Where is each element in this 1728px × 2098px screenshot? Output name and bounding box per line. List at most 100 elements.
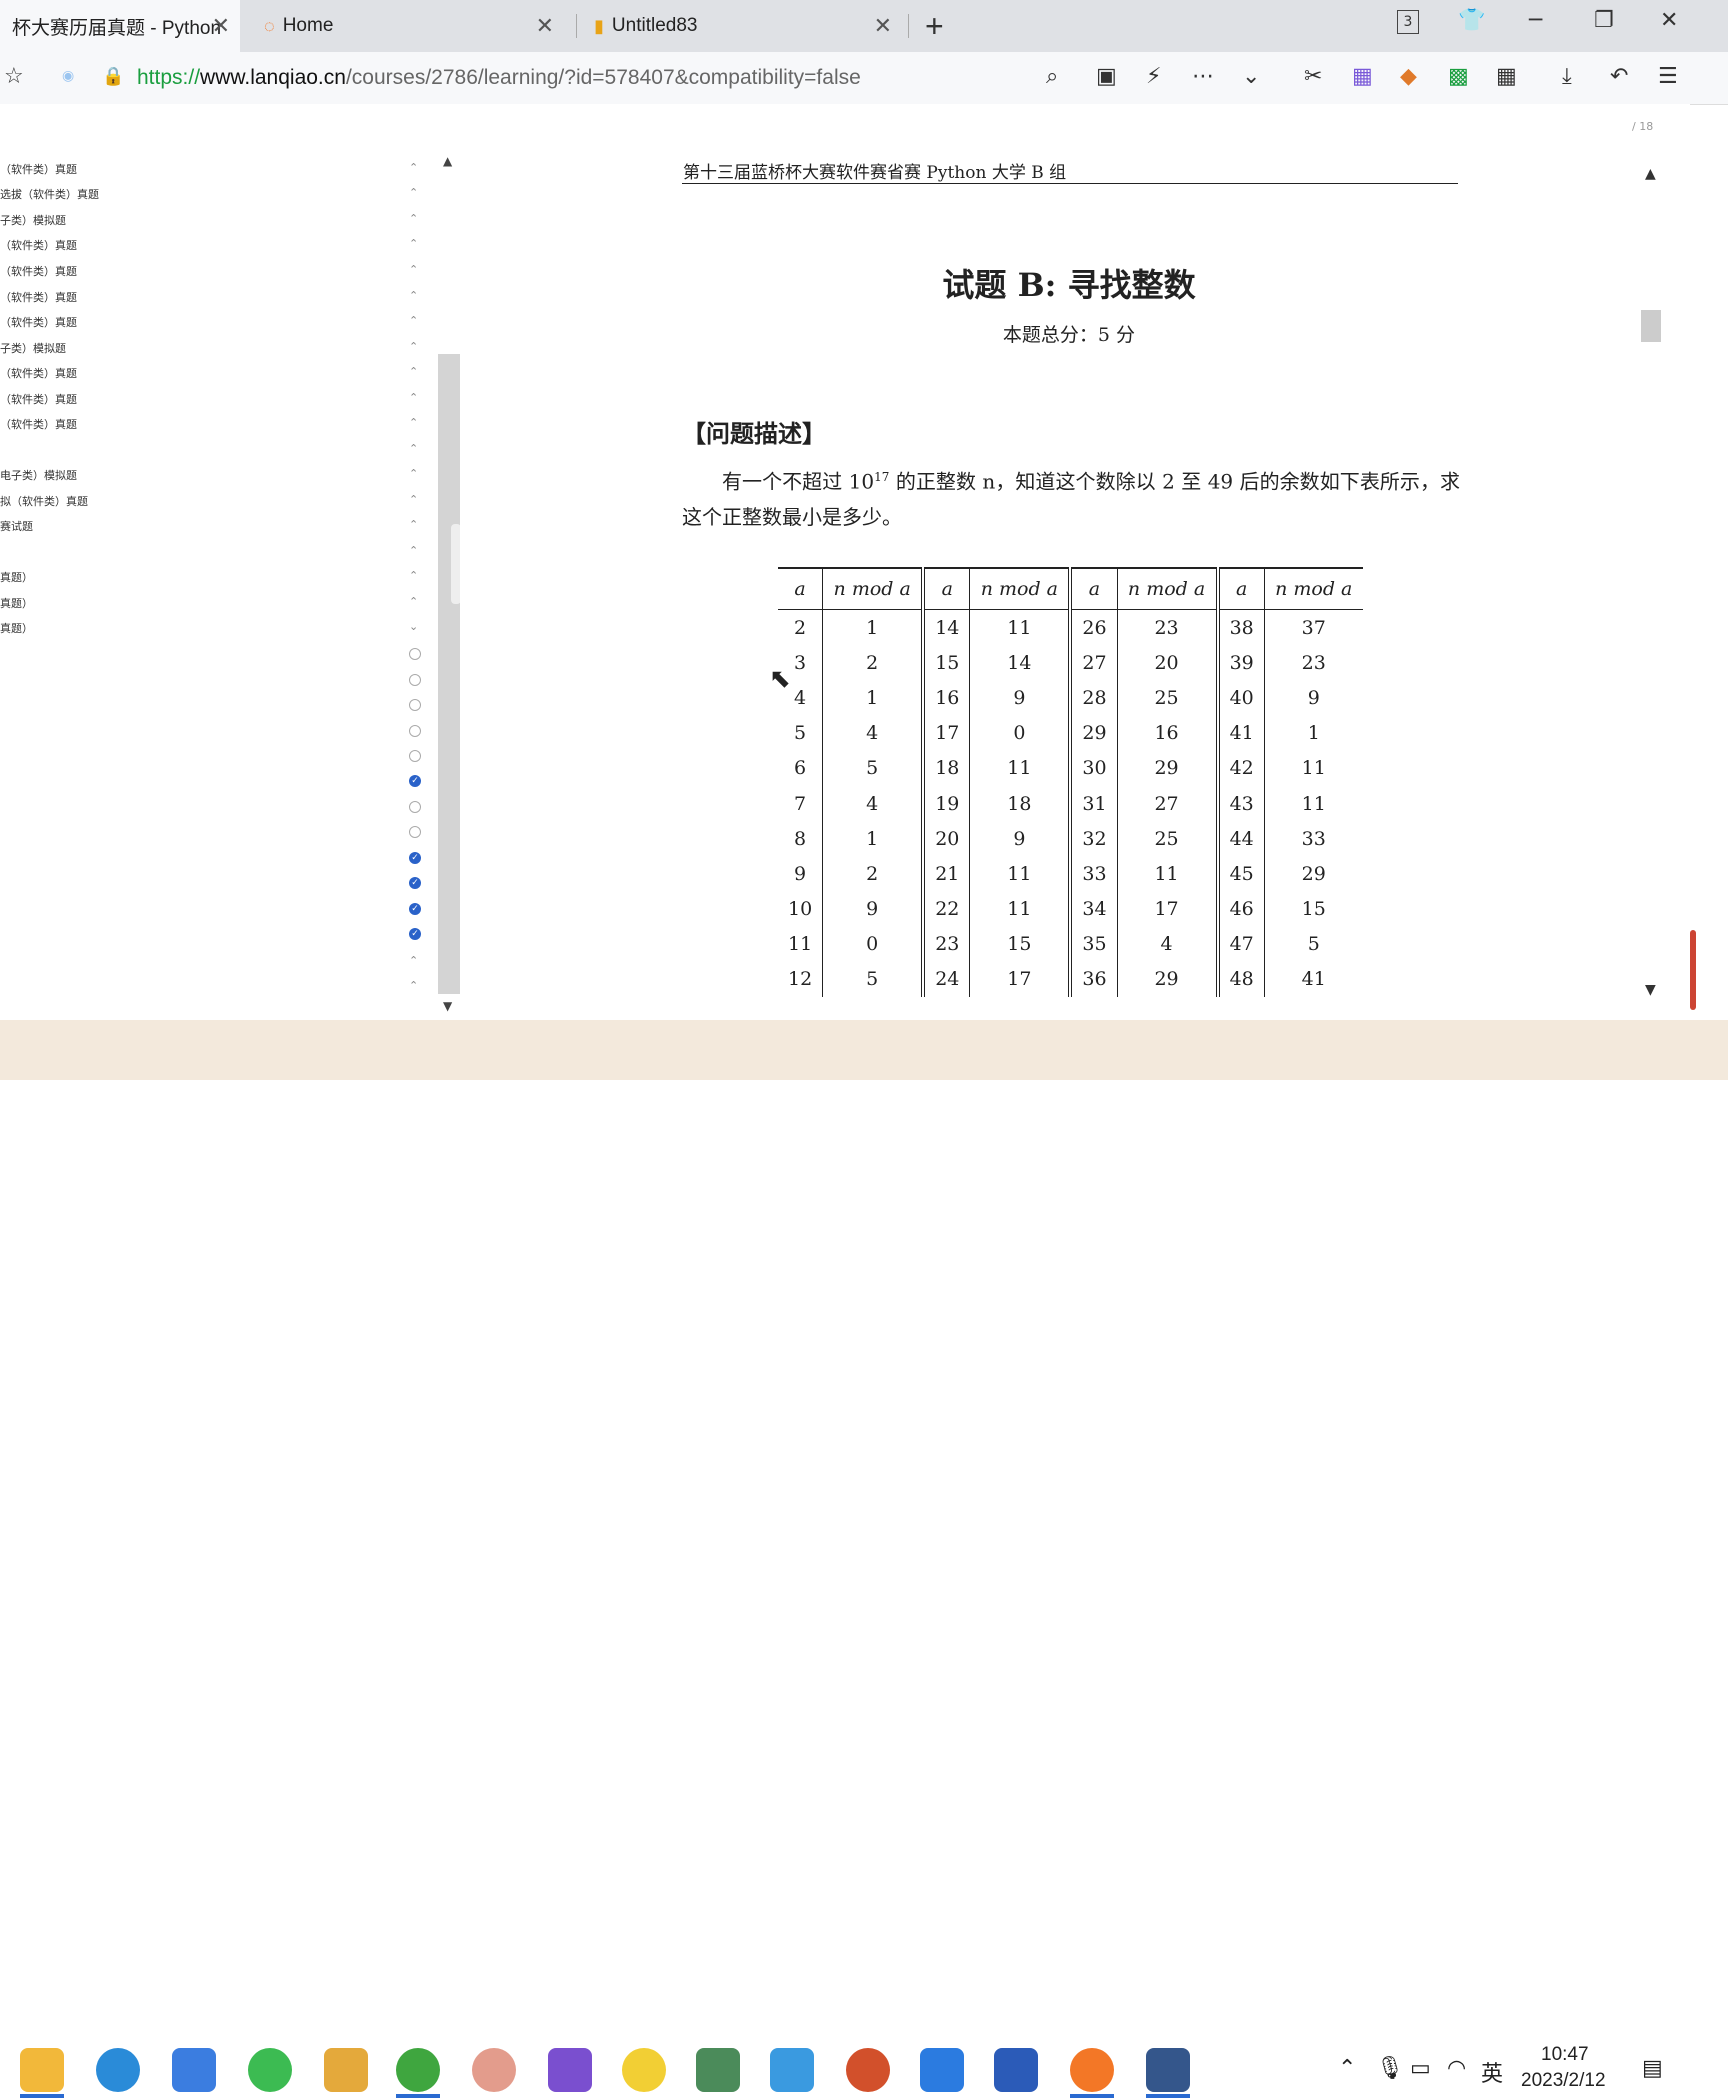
chevron-up-icon[interactable]: ⌃ xyxy=(409,544,418,557)
chevron-up-icon[interactable]: ⌃ xyxy=(1338,2056,1356,2081)
chevron-up-icon[interactable]: ⌃ xyxy=(409,365,418,378)
music-icon[interactable] xyxy=(622,2048,666,2092)
microphone-icon[interactable]: 🎙 xyxy=(1376,2056,1404,2081)
download-icon[interactable]: ⤓ xyxy=(1562,64,1572,89)
photos-icon[interactable] xyxy=(920,2048,964,2092)
chevron-down-icon[interactable]: ⌄ xyxy=(1242,64,1260,89)
close-icon[interactable]: ✕ xyxy=(212,13,230,39)
chevron-up-icon[interactable]: ⌃ xyxy=(409,161,418,174)
scroll-up-arrow[interactable]: ▲ xyxy=(1645,166,1656,182)
menu-icon[interactable]: ☰ xyxy=(1658,64,1678,89)
chevron-up-icon[interactable]: ⌃ xyxy=(409,391,418,404)
chevron-up-icon[interactable]: ⌃ xyxy=(409,263,418,276)
sidebar-item[interactable]: （软件类）真题 xyxy=(0,391,77,407)
scroll-up-arrow[interactable]: ▲ xyxy=(443,154,452,168)
url-field[interactable]: https://www.lanqiao.cn/courses/2786/lear… xyxy=(137,66,861,90)
scroll-down-arrow[interactable]: ▼ xyxy=(1645,982,1656,998)
image-icon[interactable]: ▣ xyxy=(1096,64,1117,89)
chevron-up-icon[interactable]: ⌃ xyxy=(409,518,418,531)
chevron-up-icon[interactable]: ⌃ xyxy=(409,289,418,302)
more-icon[interactable]: ⋯ xyxy=(1192,64,1214,89)
skin-icon[interactable]: 👕 xyxy=(1458,8,1485,33)
tab-home[interactable]: ◌ Home ✕ xyxy=(252,0,564,52)
translate-icon[interactable]: ▦ xyxy=(1352,64,1373,89)
sidebar-item[interactable]: 真题） xyxy=(0,595,33,611)
wechat-icon[interactable] xyxy=(248,2048,292,2092)
clock-date[interactable]: 2023/2/12 xyxy=(1521,2070,1606,2092)
minimize-icon[interactable]: ─ xyxy=(1529,8,1542,33)
python-icon[interactable] xyxy=(1146,2048,1190,2092)
battery-icon[interactable]: ▭ xyxy=(1410,2056,1431,2081)
chevron-up-icon[interactable]: ⌃ xyxy=(409,237,418,250)
new-tab-button[interactable]: + xyxy=(925,8,944,45)
restore-icon[interactable]: ❐ xyxy=(1594,8,1614,33)
media-app-icon[interactable] xyxy=(472,2048,516,2092)
sidebar-item[interactable]: （软件类）真题 xyxy=(0,314,77,330)
table-cell: 35 xyxy=(1068,926,1118,962)
doc-scrollbar-thumb[interactable] xyxy=(1641,310,1661,342)
window-close-icon[interactable]: ✕ xyxy=(1660,8,1678,33)
sidebar-item[interactable]: （软件类）真题 xyxy=(0,263,77,279)
powerpoint-icon[interactable] xyxy=(846,2048,890,2092)
apps-grid-icon[interactable]: ▦ xyxy=(1496,64,1517,89)
app-s-icon[interactable] xyxy=(172,2048,216,2092)
scissors-icon[interactable]: ✂ xyxy=(1304,64,1322,89)
lock-icon[interactable]: 🔒 xyxy=(102,66,124,87)
sidebar-item[interactable]: （软件类）真题 xyxy=(0,365,77,381)
sidebar-item[interactable]: 真题） xyxy=(0,569,33,585)
notification-icon[interactable]: ▤ xyxy=(1642,2056,1663,2081)
tab-count-badge[interactable]: 3 xyxy=(1397,10,1419,34)
table-row: 11 0 23 15 35 4 47 5 xyxy=(778,926,1363,962)
monitor-app-icon[interactable] xyxy=(696,2048,740,2092)
visual-studio-icon[interactable] xyxy=(548,2048,592,2092)
sidebar-item[interactable]: 拟（软件类）真题 xyxy=(0,493,88,509)
sidebar-item[interactable]: 真题） xyxy=(0,620,33,636)
sidebar-item[interactable]: 赛试题 xyxy=(0,518,33,534)
chevron-down-icon[interactable]: ⌄ xyxy=(409,620,418,633)
chevron-up-icon[interactable]: ⌃ xyxy=(409,595,418,608)
sidebar-item[interactable]: （软件类）真题 xyxy=(0,416,77,432)
word-icon[interactable] xyxy=(994,2048,1038,2092)
bookmark-star-icon[interactable]: ☆ xyxy=(4,64,24,89)
chevron-up-icon[interactable]: ⌃ xyxy=(409,569,418,582)
tab-python-exams[interactable]: 杯大赛历届真题 - Python ✕ xyxy=(0,0,240,52)
scroll-down-arrow[interactable]: ▼ xyxy=(443,999,452,1013)
chevron-up-icon[interactable]: ⌃ xyxy=(409,979,418,992)
sidebar-item[interactable]: 子类）模拟题 xyxy=(0,212,66,228)
chevron-up-icon[interactable]: ⌃ xyxy=(409,442,418,455)
close-icon[interactable]: ✕ xyxy=(536,13,554,39)
jupyter-app-icon[interactable] xyxy=(1070,2048,1114,2092)
ie-browser-icon[interactable] xyxy=(396,2048,440,2092)
chevron-up-icon[interactable]: ⌃ xyxy=(409,340,418,353)
sidebar-item[interactable]: （软件类）真题 xyxy=(0,289,77,305)
sidebar-item[interactable]: 子类）模拟题 xyxy=(0,340,66,356)
sidebar-item[interactable]: （软件类）真题 xyxy=(0,161,77,177)
feishu-icon[interactable] xyxy=(770,2048,814,2092)
reader-icon[interactable]: ▩ xyxy=(1448,64,1469,89)
sidebar-item[interactable]: （软件类）真题 xyxy=(0,237,77,253)
archive-icon[interactable] xyxy=(324,2048,368,2092)
lightning-icon[interactable]: ⚡ xyxy=(1146,64,1161,89)
chevron-up-icon[interactable]: ⌃ xyxy=(409,314,418,327)
chevron-up-icon[interactable]: ⌃ xyxy=(409,186,418,199)
edge-icon[interactable] xyxy=(96,2048,140,2092)
undo-icon[interactable]: ↶ xyxy=(1610,64,1628,89)
zoom-icon[interactable]: ⌕ xyxy=(1046,64,1058,89)
chevron-up-icon[interactable]: ⌃ xyxy=(409,416,418,429)
wifi-icon[interactable]: ◠ xyxy=(1447,2056,1466,2081)
tab-untitled83[interactable]: ▮ Untitled83 ✕ xyxy=(582,0,902,52)
chevron-up-icon[interactable]: ⌃ xyxy=(409,212,418,225)
file-explorer-icon[interactable] xyxy=(20,2048,64,2092)
clock-time[interactable]: 10:47 xyxy=(1541,2044,1589,2066)
chevron-up-icon[interactable]: ⌃ xyxy=(409,954,418,967)
ime-indicator[interactable]: 英 xyxy=(1481,2056,1503,2088)
tab-separator xyxy=(576,14,577,38)
security-shield-icon[interactable]: ◉ xyxy=(62,68,74,84)
game-icon[interactable]: ◆ xyxy=(1400,64,1417,89)
sidebar-scrollbar[interactable] xyxy=(438,354,460,994)
sidebar-item[interactable]: 选拔（软件类）真题 xyxy=(0,186,99,202)
chevron-up-icon[interactable]: ⌃ xyxy=(409,467,418,480)
chevron-up-icon[interactable]: ⌃ xyxy=(409,493,418,506)
sidebar-item[interactable]: 电子类）模拟题 xyxy=(0,467,77,483)
close-icon[interactable]: ✕ xyxy=(874,13,892,39)
